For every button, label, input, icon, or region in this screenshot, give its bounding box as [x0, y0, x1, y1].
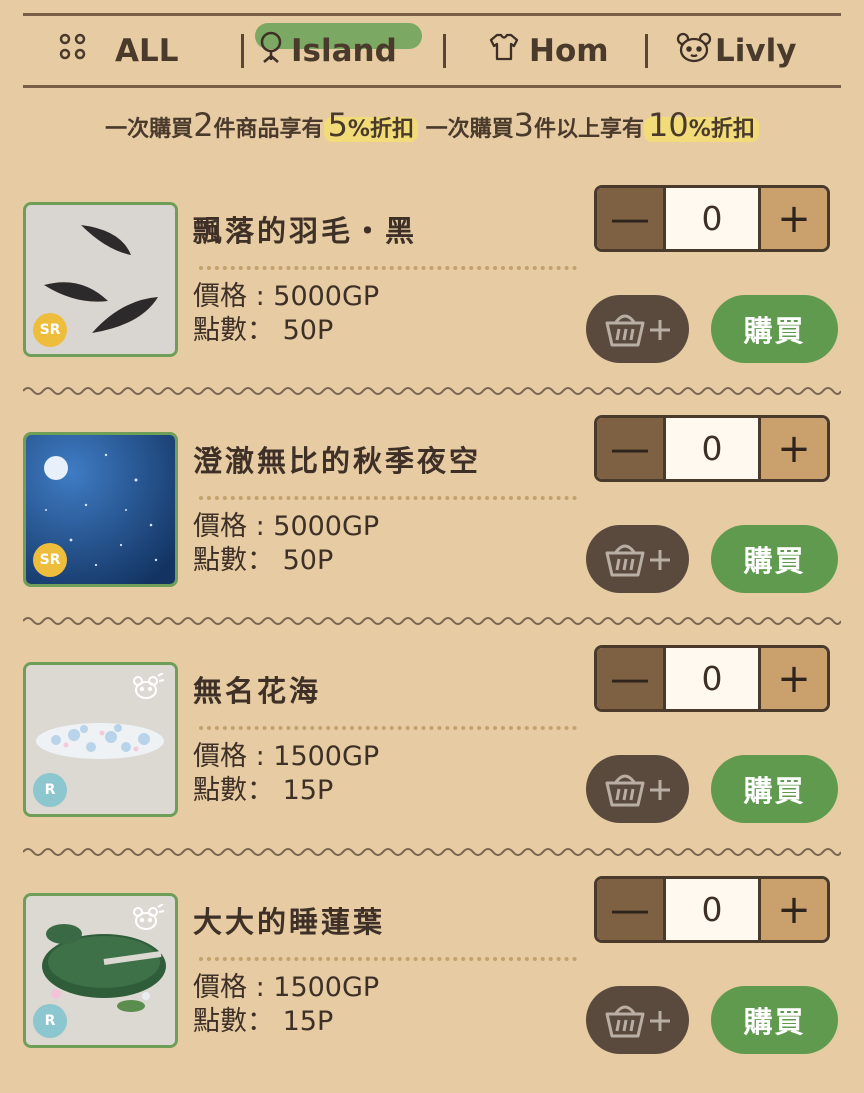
basket-plus-icon	[605, 1005, 670, 1038]
shop-item: R 大大的睡蓮葉 價格 : 1500GP 點數： 15P — 0 + 購買	[0, 876, 864, 1093]
item-thumbnail[interactable]: SR	[23, 202, 178, 357]
item-price-info: 價格 : 1500GP 點數： 15P	[193, 740, 379, 808]
dotted-divider	[199, 957, 577, 961]
tab-separator	[443, 34, 446, 68]
item-name: 大大的睡蓮葉	[193, 905, 386, 939]
promo-discount: 10	[648, 106, 689, 144]
add-to-cart-button[interactable]	[586, 986, 689, 1054]
basket-plus-icon	[605, 314, 670, 347]
item-price-info: 價格 : 1500GP 點數： 15P	[193, 971, 379, 1039]
promo-discount-highlight: 5%折扣	[323, 106, 418, 144]
item-separator	[23, 387, 841, 395]
promo-text: 一次購買	[425, 117, 514, 142]
quantity-value[interactable]: 0	[666, 418, 758, 479]
increment-button[interactable]: +	[758, 879, 827, 940]
item-name: 澄澈無比的秋季夜空	[193, 444, 482, 478]
add-to-cart-button[interactable]	[586, 755, 689, 823]
promo-text: 折扣	[369, 117, 414, 142]
quantity-stepper: — 0 +	[594, 876, 830, 943]
promo-text: 件商品享有	[213, 117, 324, 142]
tabs-bottom-divider	[23, 85, 841, 88]
tab-livly-label: Livly	[715, 33, 797, 69]
decrement-button[interactable]: —	[597, 418, 666, 479]
shop-item: SR 飄落的羽毛・黑 價格 : 5000GP 點數： 50P — 0 + 購買	[0, 185, 864, 402]
item-points: 點數： 15P	[193, 775, 334, 806]
rarity-badge: SR	[33, 543, 67, 577]
add-to-cart-button[interactable]	[586, 525, 689, 593]
item-separator	[23, 848, 841, 856]
item-price-info: 價格 : 5000GP 點數： 50P	[193, 280, 379, 348]
rarity-badge: R	[33, 773, 67, 807]
tab-all-label: ALL	[115, 33, 179, 69]
tab-livly[interactable]: Livly	[675, 18, 796, 84]
add-to-cart-button[interactable]	[586, 295, 689, 363]
item-thumbnail[interactable]: SR	[23, 432, 178, 587]
buy-button[interactable]: 購買	[711, 525, 838, 593]
promo-discount: 5	[327, 106, 348, 144]
item-price-info: 價格 : 5000GP 點數： 50P	[193, 510, 379, 578]
discount-promo: 一次購買2件商品享有 5%折扣 一次購買3件以上享有 10%折扣	[0, 106, 864, 144]
item-price: 價格 : 1500GP	[193, 741, 380, 772]
promo-text: 件以上享有	[534, 117, 645, 142]
category-tabs: ALL Island Hom Livly	[23, 18, 841, 84]
rarity-badge: R	[33, 1004, 67, 1038]
tree-icon	[255, 30, 287, 72]
quantity-value[interactable]: 0	[666, 188, 758, 249]
livly-face-icon	[675, 31, 713, 71]
item-points: 點數： 50P	[193, 545, 334, 576]
shirt-icon	[487, 32, 521, 70]
dotted-divider	[199, 496, 577, 500]
promo-text: 一次購買	[105, 117, 194, 142]
quantity-value[interactable]: 0	[666, 879, 758, 940]
basket-plus-icon	[605, 544, 670, 577]
increment-button[interactable]: +	[758, 418, 827, 479]
item-separator	[23, 617, 841, 625]
quantity-stepper: — 0 +	[594, 185, 830, 252]
dotted-divider	[199, 266, 577, 270]
dotted-divider	[199, 726, 577, 730]
buy-button[interactable]: 購買	[711, 986, 838, 1054]
quantity-stepper: — 0 +	[594, 645, 830, 712]
buy-button[interactable]: 購買	[711, 755, 838, 823]
item-name: 無名花海	[193, 674, 322, 708]
livly-face-icon	[131, 904, 165, 932]
promo-quantity: 3	[513, 106, 535, 144]
decrement-button[interactable]: —	[597, 879, 666, 940]
rarity-badge: SR	[33, 313, 67, 347]
tab-hom-label: Hom	[529, 33, 609, 69]
quantity-stepper: — 0 +	[594, 415, 830, 482]
promo-discount-highlight: 10%折扣	[644, 106, 759, 144]
decrement-button[interactable]: —	[597, 188, 666, 249]
item-price: 價格 : 1500GP	[193, 972, 380, 1003]
basket-plus-icon	[605, 774, 670, 807]
promo-quantity: 2	[193, 106, 214, 144]
decrement-button[interactable]: —	[597, 648, 666, 709]
shop-item: R 無名花海 價格 : 1500GP 點數： 15P — 0 + 購買	[0, 645, 864, 862]
tab-island-label: Island	[291, 33, 397, 69]
quantity-value[interactable]: 0	[666, 648, 758, 709]
increment-button[interactable]: +	[758, 188, 827, 249]
item-price: 價格 : 5000GP	[193, 511, 380, 542]
item-name: 飄落的羽毛・黑	[193, 214, 418, 248]
livly-face-icon	[131, 673, 165, 701]
item-points: 點數： 15P	[193, 1006, 334, 1037]
item-thumbnail[interactable]: R	[23, 893, 178, 1048]
tab-all[interactable]: ALL	[59, 18, 179, 84]
tab-hom[interactable]: Hom	[487, 18, 609, 84]
tab-separator	[241, 34, 244, 68]
tab-island[interactable]: Island	[255, 18, 397, 84]
promo-percent: %	[347, 117, 370, 142]
item-points: 點數： 50P	[193, 315, 334, 346]
item-price: 價格 : 5000GP	[193, 281, 380, 312]
item-thumbnail[interactable]: R	[23, 662, 178, 817]
promo-text: 折扣	[710, 117, 755, 142]
tab-separator	[645, 34, 648, 68]
buy-button[interactable]: 購買	[711, 295, 838, 363]
top-divider	[23, 13, 841, 16]
promo-percent: %	[688, 117, 711, 142]
shop-item: SR 澄澈無比的秋季夜空 價格 : 5000GP 點數： 50P — 0 + 購…	[0, 415, 864, 632]
increment-button[interactable]: +	[758, 648, 827, 709]
grid-dots-icon	[59, 33, 87, 69]
